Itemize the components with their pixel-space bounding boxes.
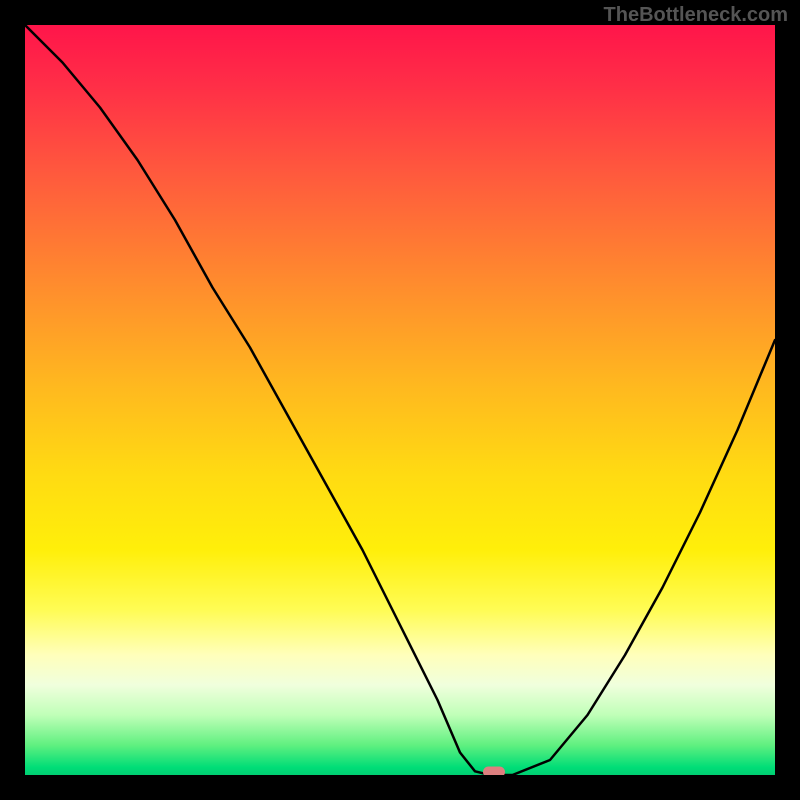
plot-area: [25, 25, 775, 775]
watermark-text: TheBottleneck.com: [604, 4, 788, 27]
optimal-marker: [483, 767, 505, 776]
bottleneck-curve: [25, 25, 775, 775]
